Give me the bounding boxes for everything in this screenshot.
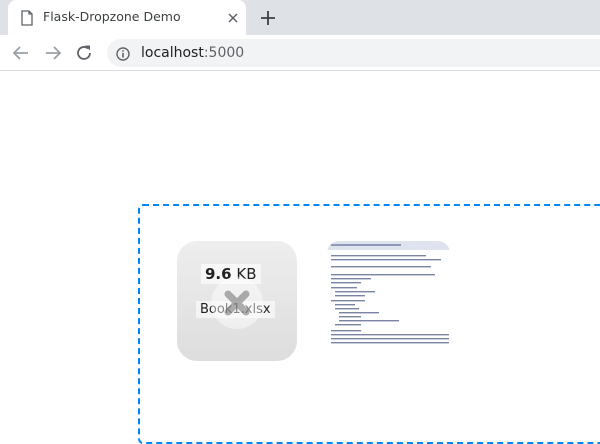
plus-icon[interactable] xyxy=(258,8,278,28)
error-x-icon xyxy=(211,277,263,329)
page-icon xyxy=(20,10,34,26)
info-icon[interactable] xyxy=(116,46,130,61)
arrow-left-icon[interactable] xyxy=(10,42,32,64)
address-bar[interactable]: localhost:5000 xyxy=(107,39,600,67)
reload-icon[interactable] xyxy=(73,42,95,64)
url-host: localhost xyxy=(141,45,204,61)
browser-toolbar: localhost:5000 xyxy=(0,35,600,71)
url-port: :5000 xyxy=(203,45,245,61)
image-thumbnail xyxy=(327,241,450,346)
close-icon[interactable] xyxy=(226,10,240,24)
url-text: localhost:5000 xyxy=(141,45,244,61)
arrow-right-icon[interactable] xyxy=(42,42,64,64)
tab-strip: Flask-Dropzone Demo xyxy=(0,0,600,35)
tab-flask-dropzone-demo[interactable]: Flask-Dropzone Demo xyxy=(8,0,246,35)
tab-title: Flask-Dropzone Demo xyxy=(43,9,181,24)
